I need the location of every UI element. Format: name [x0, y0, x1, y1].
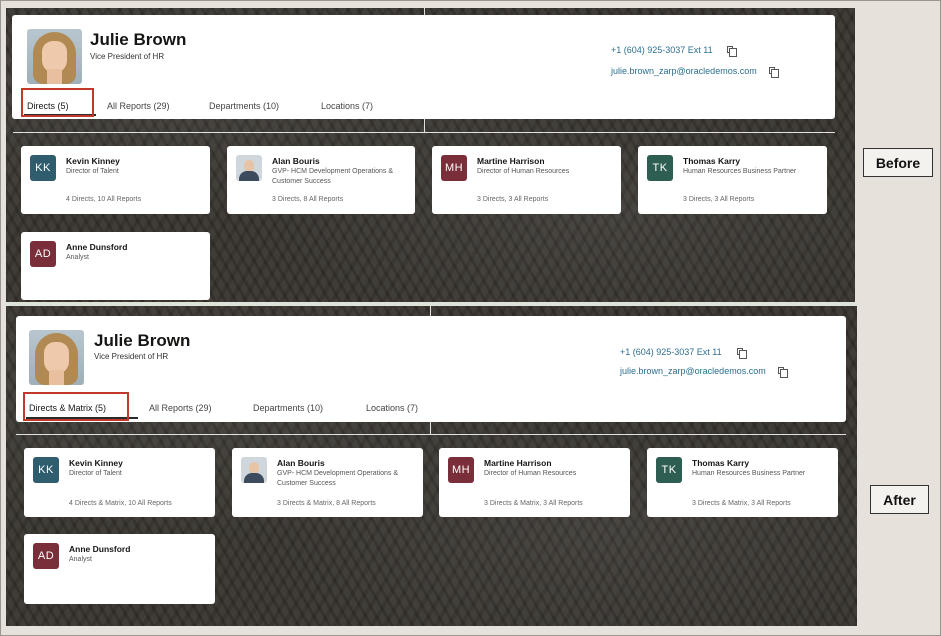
card-title: GVP- HCM Development Operations & Custom…: [272, 168, 393, 185]
org-card-thomas-karry[interactable]: TK Thomas Karry Human Resources Business…: [638, 146, 827, 214]
card-name: Kevin Kinney: [69, 458, 123, 468]
card-name: Alan Bouris: [272, 156, 320, 166]
profile-header-card: Julie Brown Vice President of HR +1 (604…: [16, 316, 846, 422]
copy-icon[interactable]: [727, 46, 737, 57]
initials-avatar: KK: [30, 155, 56, 181]
card-title: Human Resources Business Partner: [692, 470, 806, 477]
tab-locations[interactable]: Locations (7): [321, 101, 373, 111]
org-card-kevin-kinney[interactable]: KK Kevin Kinney Director of Talent 4 Dir…: [21, 146, 210, 214]
section-divider: [6, 303, 857, 305]
initials-avatar: TK: [647, 155, 673, 181]
email-link[interactable]: julie.brown_zarp@oracledemos.com: [620, 366, 766, 376]
copy-icon[interactable]: [737, 348, 747, 359]
org-card-martine-harrison[interactable]: MH Martine Harrison Director of Human Re…: [439, 448, 630, 517]
card-title: Human Resources Business Partner: [683, 168, 797, 175]
card-name: Martine Harrison: [484, 458, 552, 468]
tab-departments[interactable]: Departments (10): [253, 403, 323, 413]
org-card-anne-dunsford[interactable]: AD Anne Dunsford Analyst: [21, 232, 210, 300]
card-stats: 3 Directs & Matrix, 8 All Reports: [277, 500, 376, 507]
card-stats: 3 Directs, 8 All Reports: [272, 196, 344, 203]
card-name: Anne Dunsford: [66, 242, 128, 252]
initials-avatar: MH: [441, 155, 467, 181]
before-org-panel: Julie Brown Vice President of HR +1 (604…: [6, 8, 855, 302]
org-card-kevin-kinney[interactable]: KK Kevin Kinney Director of Talent 4 Dir…: [24, 448, 215, 517]
org-card-thomas-karry[interactable]: TK Thomas Karry Human Resources Business…: [647, 448, 838, 517]
card-stats: 3 Directs, 3 All Reports: [477, 196, 549, 203]
profile-header-card: Julie Brown Vice President of HR +1 (604…: [12, 15, 835, 119]
connector-line: [13, 132, 835, 133]
card-name: Alan Bouris: [277, 458, 325, 468]
initials-avatar: AD: [33, 543, 59, 569]
card-title: Director of Talent: [69, 470, 122, 477]
card-title: Director of Human Resources: [484, 470, 577, 477]
person-photo: [241, 457, 267, 483]
person-photo: [236, 155, 262, 181]
after-label: After: [870, 485, 929, 514]
card-title: Director of Human Resources: [477, 168, 570, 175]
org-card-martine-harrison[interactable]: MH Martine Harrison Director of Human Re…: [432, 146, 621, 214]
card-title: GVP- HCM Development Operations & Custom…: [277, 470, 398, 487]
tab-all-reports[interactable]: All Reports (29): [107, 101, 170, 111]
card-title: Analyst: [66, 254, 89, 261]
before-label: Before: [863, 148, 933, 177]
after-org-panel: Julie Brown Vice President of HR +1 (604…: [6, 306, 857, 626]
tab-locations[interactable]: Locations (7): [366, 403, 418, 413]
profile-name: Julie Brown: [90, 30, 187, 49]
initials-avatar: TK: [656, 457, 682, 483]
card-name: Thomas Karry: [683, 156, 741, 166]
tab-all-reports[interactable]: All Reports (29): [149, 403, 212, 413]
card-stats: 4 Directs, 10 All Reports: [66, 196, 142, 203]
profile-photo[interactable]: [27, 29, 82, 84]
highlight-directs-tab: [21, 88, 94, 117]
profile-title: Vice President of HR: [90, 52, 165, 61]
phone-link[interactable]: +1 (604) 925-3037 Ext 11: [620, 347, 722, 357]
profile-name: Julie Brown: [94, 331, 191, 350]
copy-icon[interactable]: [769, 67, 779, 78]
card-title: Director of Talent: [66, 168, 119, 175]
card-stats: 3 Directs & Matrix, 3 All Reports: [692, 500, 791, 507]
email-link[interactable]: julie.brown_zarp@oracledemos.com: [611, 66, 757, 76]
tab-departments[interactable]: Departments (10): [209, 101, 279, 111]
profile-photo[interactable]: [29, 330, 84, 385]
card-stats: 4 Directs & Matrix, 10 All Reports: [69, 500, 172, 507]
card-stats: 3 Directs & Matrix, 3 All Reports: [484, 500, 583, 507]
org-card-anne-dunsford[interactable]: AD Anne Dunsford Analyst: [24, 534, 215, 604]
connector-line: [16, 434, 846, 435]
highlight-directs-and-matrix-tab: [23, 392, 129, 421]
card-name: Kevin Kinney: [66, 156, 120, 166]
card-name: Martine Harrison: [477, 156, 545, 166]
phone-link[interactable]: +1 (604) 925-3037 Ext 11: [611, 45, 713, 55]
card-title: Analyst: [69, 556, 92, 563]
card-stats: 3 Directs, 3 All Reports: [683, 196, 755, 203]
card-name: Anne Dunsford: [69, 544, 131, 554]
copy-icon[interactable]: [778, 367, 788, 378]
card-name: Thomas Karry: [692, 458, 750, 468]
initials-avatar: MH: [448, 457, 474, 483]
org-card-alan-bouris[interactable]: Alan Bouris GVP- HCM Development Operati…: [232, 448, 423, 517]
initials-avatar: KK: [33, 457, 59, 483]
initials-avatar: AD: [30, 241, 56, 267]
profile-title: Vice President of HR: [94, 352, 169, 361]
org-card-alan-bouris[interactable]: Alan Bouris GVP- HCM Development Operati…: [227, 146, 415, 214]
